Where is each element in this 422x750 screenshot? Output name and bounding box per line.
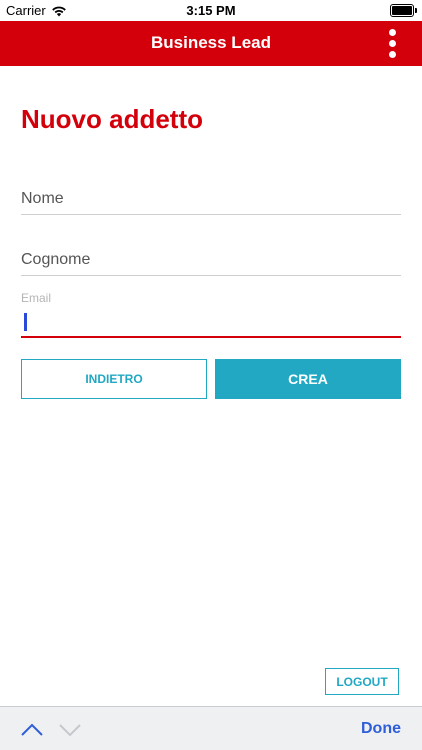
chevron-up-icon[interactable] [20,721,44,737]
more-vertical-icon[interactable] [388,29,396,58]
nav-title: Business Lead [151,33,271,52]
nome-underline [21,214,401,215]
more-dot [388,40,396,47]
chevron-down-icon[interactable] [58,721,82,737]
nome-field[interactable]: Nome [21,190,401,217]
email-underline-focused [21,336,401,338]
back-button[interactable]: INDIETRO [21,359,207,399]
page-title: Nuovo addetto [21,104,203,134]
cognome-placeholder: Cognome [21,251,91,268]
cognome-field[interactable]: Cognome [21,251,401,278]
status-bar: Carrier 3:15 PM [0,0,422,21]
text-caret [24,313,27,331]
email-label: Email [21,291,52,305]
nome-placeholder: Nome [21,190,64,207]
done-button[interactable]: Done [361,720,401,738]
status-time: 3:15 PM [186,3,236,18]
more-dot [388,29,396,36]
keyboard-toolbar: Done [0,706,422,750]
cognome-underline [21,275,401,276]
logout-button[interactable]: LOGOUT [325,668,399,695]
create-button[interactable]: CREA [215,359,401,399]
more-dot [388,51,396,58]
email-field[interactable]: Email [21,291,401,339]
nav-bar: Business Lead [0,21,422,66]
battery-icon [390,4,417,17]
